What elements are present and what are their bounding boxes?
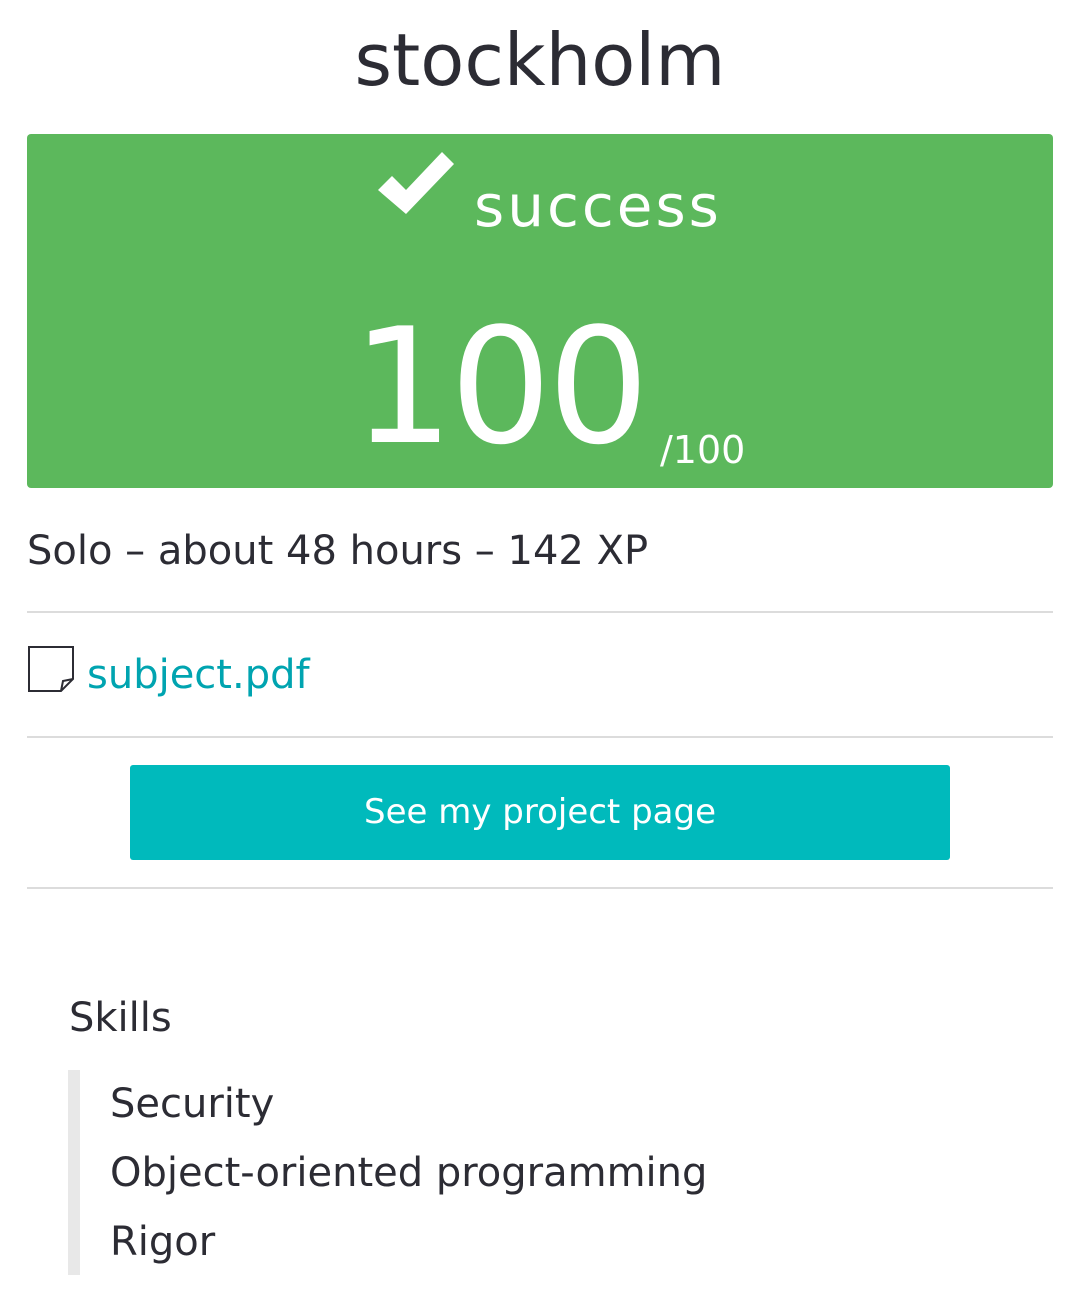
score-value: 100 [352, 293, 649, 480]
skills-list: Security Object-oriented programming Rig… [68, 1070, 780, 1275]
file-icon [27, 645, 75, 693]
divider [27, 736, 1053, 738]
score-max: /100 [660, 428, 746, 472]
check-icon [372, 144, 456, 224]
divider [27, 887, 1053, 889]
divider [27, 611, 1053, 613]
project-meta: Solo – about 48 hours – 142 XP [27, 528, 649, 574]
skills-heading: Skills [69, 995, 172, 1041]
skill-item: Security [110, 1081, 275, 1127]
result-card: success 100 /100 [27, 134, 1053, 488]
project-detail-page: stockholm success 100 /100 Solo – about … [0, 0, 1080, 1311]
page-title: stockholm [354, 18, 726, 102]
skill-item: Rigor [110, 1219, 216, 1265]
see-project-page-button[interactable]: See my project page [130, 765, 950, 860]
skill-item: Object-oriented programming [110, 1150, 708, 1196]
status-label: success [474, 172, 722, 240]
subject-pdf-link[interactable]: subject.pdf [87, 640, 310, 710]
status-row: success [27, 144, 1053, 254]
